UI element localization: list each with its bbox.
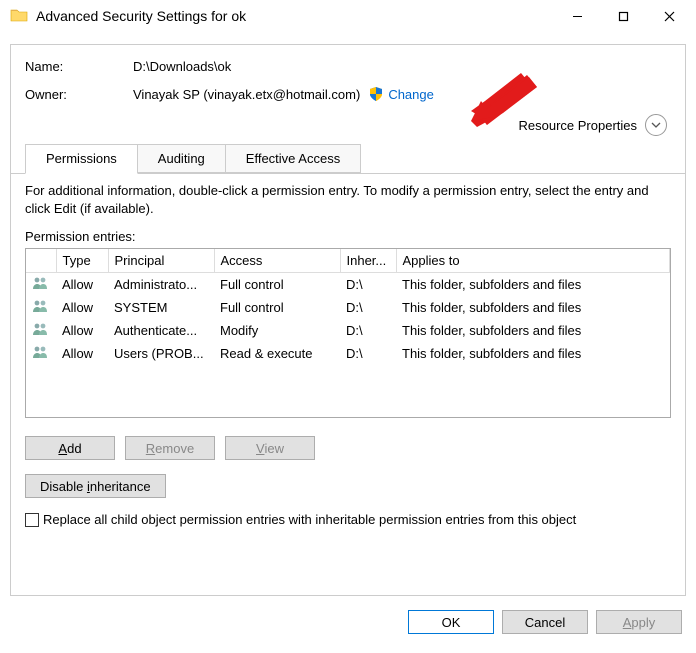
replace-checkbox[interactable] bbox=[25, 513, 39, 527]
col-access[interactable]: Access bbox=[214, 249, 340, 273]
people-icon bbox=[26, 296, 56, 319]
cell-principal: SYSTEM bbox=[108, 296, 214, 319]
table-row[interactable]: AllowSYSTEMFull controlD:\This folder, s… bbox=[26, 296, 670, 319]
tabstrip: Permissions Auditing Effective Access bbox=[11, 144, 685, 174]
button-row: Add Remove View bbox=[25, 436, 671, 460]
resource-properties-row[interactable]: Resource Properties bbox=[25, 114, 667, 136]
cell-inherited: D:\ bbox=[340, 342, 396, 365]
disable-inheritance-button[interactable]: Disable inheritance bbox=[25, 474, 166, 498]
change-owner-link[interactable]: Change bbox=[388, 87, 434, 102]
entries-label: Permission entries: bbox=[25, 229, 671, 244]
people-icon bbox=[26, 342, 56, 365]
owner-row: Owner: Vinayak SP (vinayak.etx@hotmail.c… bbox=[25, 86, 671, 102]
cell-access: Full control bbox=[214, 296, 340, 319]
cell-access: Read & execute bbox=[214, 342, 340, 365]
cell-inherited: D:\ bbox=[340, 319, 396, 342]
folder-icon bbox=[10, 7, 30, 25]
add-button[interactable]: Add bbox=[25, 436, 115, 460]
cell-type: Allow bbox=[56, 296, 108, 319]
col-principal[interactable]: Principal bbox=[108, 249, 214, 273]
cell-type: Allow bbox=[56, 342, 108, 365]
col-type[interactable]: Type bbox=[56, 249, 108, 273]
people-icon bbox=[26, 273, 56, 297]
dialog-footer: OK Cancel Apply bbox=[0, 600, 696, 642]
owner-value: Vinayak SP (vinayak.etx@hotmail.com) bbox=[133, 87, 360, 102]
table-row[interactable]: AllowAuthenticate...ModifyD:\This folder… bbox=[26, 319, 670, 342]
col-icon[interactable] bbox=[26, 249, 56, 273]
remove-button[interactable]: Remove bbox=[125, 436, 215, 460]
cancel-button[interactable]: Cancel bbox=[502, 610, 588, 634]
ok-button[interactable]: OK bbox=[408, 610, 494, 634]
view-button[interactable]: View bbox=[225, 436, 315, 460]
window-title: Advanced Security Settings for ok bbox=[36, 8, 554, 24]
chevron-down-icon[interactable] bbox=[645, 114, 667, 136]
table-row[interactable]: AllowAdministrato...Full controlD:\This … bbox=[26, 273, 670, 297]
maximize-button[interactable] bbox=[600, 1, 646, 31]
cell-inherited: D:\ bbox=[340, 273, 396, 297]
cell-applies: This folder, subfolders and files bbox=[396, 296, 670, 319]
name-value: D:\Downloads\ok bbox=[133, 59, 231, 74]
apply-button[interactable]: Apply bbox=[596, 610, 682, 634]
titlebar: Advanced Security Settings for ok bbox=[0, 0, 696, 32]
col-inherited[interactable]: Inher... bbox=[340, 249, 396, 273]
cell-type: Allow bbox=[56, 273, 108, 297]
cell-principal: Authenticate... bbox=[108, 319, 214, 342]
name-row: Name: D:\Downloads\ok bbox=[25, 59, 671, 74]
owner-label: Owner: bbox=[25, 87, 133, 102]
replace-checkbox-row[interactable]: Replace all child object permission entr… bbox=[25, 512, 671, 527]
shield-icon bbox=[368, 86, 384, 102]
col-applies[interactable]: Applies to bbox=[396, 249, 670, 273]
cell-access: Modify bbox=[214, 319, 340, 342]
name-label: Name: bbox=[25, 59, 133, 74]
cell-type: Allow bbox=[56, 319, 108, 342]
cell-principal: Administrato... bbox=[108, 273, 214, 297]
cell-applies: This folder, subfolders and files bbox=[396, 342, 670, 365]
window-controls bbox=[554, 1, 692, 31]
tab-effective-access[interactable]: Effective Access bbox=[226, 144, 361, 173]
close-button[interactable] bbox=[646, 1, 692, 31]
resource-properties-label: Resource Properties bbox=[519, 118, 638, 133]
tab-permissions[interactable]: Permissions bbox=[25, 144, 138, 174]
info-text: For additional information, double-click… bbox=[25, 182, 671, 217]
cell-applies: This folder, subfolders and files bbox=[396, 319, 670, 342]
cell-access: Full control bbox=[214, 273, 340, 297]
cell-inherited: D:\ bbox=[340, 296, 396, 319]
table-row[interactable]: AllowUsers (PROB...Read & executeD:\This… bbox=[26, 342, 670, 365]
cell-applies: This folder, subfolders and files bbox=[396, 273, 670, 297]
tab-auditing[interactable]: Auditing bbox=[138, 144, 226, 173]
cell-principal: Users (PROB... bbox=[108, 342, 214, 365]
minimize-button[interactable] bbox=[554, 1, 600, 31]
permission-table[interactable]: Type Principal Access Inher... Applies t… bbox=[25, 248, 671, 418]
replace-checkbox-label: Replace all child object permission entr… bbox=[43, 512, 576, 527]
people-icon bbox=[26, 319, 56, 342]
content-frame: Name: D:\Downloads\ok Owner: Vinayak SP … bbox=[10, 44, 686, 596]
